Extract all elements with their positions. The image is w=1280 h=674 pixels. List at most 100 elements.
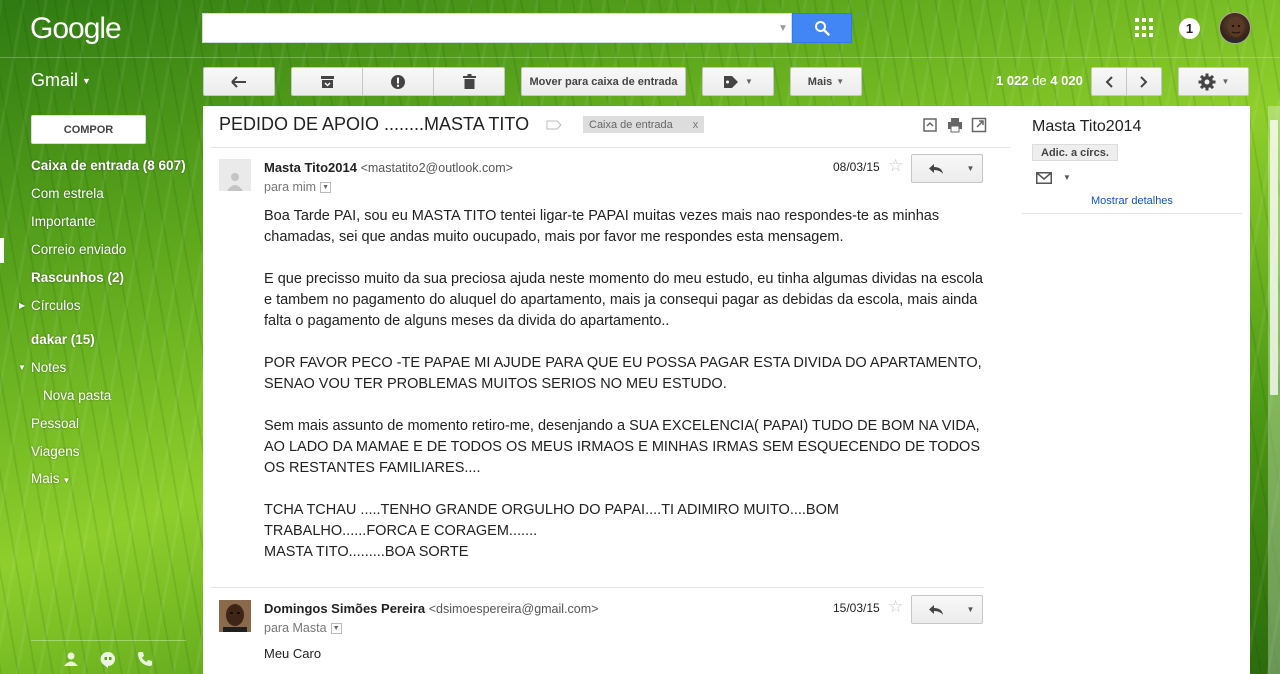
importance-marker-icon[interactable]: [546, 118, 562, 133]
back-button[interactable]: [203, 67, 275, 96]
show-details-link[interactable]: Mostrar detalhes: [1091, 195, 1173, 207]
sidebar-item-inbox[interactable]: Caixa de entrada (8 607): [31, 158, 186, 173]
search-bar: ▼: [202, 13, 852, 43]
subject-divider: [210, 147, 1010, 148]
sidebar-item-starred[interactable]: Com estrela: [31, 186, 104, 201]
expand-all-icon[interactable]: [922, 117, 938, 133]
chevron-down-icon: ▼: [966, 605, 975, 614]
sidebar-item-notes[interactable]: ▼ Notes: [18, 360, 67, 375]
older-button[interactable]: [1126, 67, 1162, 96]
arrow-left-icon: [231, 75, 246, 88]
message-more-button[interactable]: ▼: [959, 595, 983, 624]
contact-name: Masta Tito2014: [1032, 118, 1142, 135]
sidebar-item-nova-pasta[interactable]: Nova pasta: [43, 388, 111, 403]
body-paragraph: E que precisso muito da sua preciosa aju…: [264, 271, 983, 329]
add-to-circles-button[interactable]: Adic. a círcs.: [1032, 144, 1118, 161]
settings-button[interactable]: ▼: [1178, 67, 1249, 96]
sidebar-item-circles[interactable]: ▶ Círculos: [19, 298, 81, 313]
envelope-icon[interactable]: [1036, 172, 1052, 184]
sender-avatar[interactable]: [219, 600, 251, 632]
message-date: 08/03/15: [833, 160, 880, 174]
star-icon[interactable]: ☆: [888, 156, 903, 176]
search-options-caret-icon[interactable]: ▼: [778, 23, 788, 34]
message-sender[interactable]: Domingos Simões Pereira <dsimoespereira@…: [264, 601, 598, 616]
quote-bubble-icon: [100, 651, 115, 668]
chevron-down-icon: ▼: [966, 164, 975, 173]
default-person-icon: [227, 173, 243, 191]
hangouts-icon[interactable]: [99, 650, 117, 668]
sidebar-item-pessoal[interactable]: Pessoal: [31, 416, 79, 431]
sidebar-item-label: Círculos: [31, 298, 81, 313]
show-details-dropdown-icon[interactable]: ▼: [320, 182, 332, 194]
chevron-down-icon: ▼: [62, 476, 71, 485]
recipient-line: para Masta ▼: [264, 621, 342, 635]
sidebar-item-more[interactable]: Mais ▼: [31, 471, 70, 486]
profile-face-icon: [219, 600, 251, 632]
sender-avatar[interactable]: [219, 159, 251, 191]
message-sender[interactable]: Masta Tito2014 <mastatito2@outlook.com>: [264, 160, 513, 175]
remove-label-icon[interactable]: x: [693, 119, 699, 131]
count-of: de: [1032, 73, 1047, 88]
chevron-left-icon: [1105, 75, 1113, 88]
sidebar-item-dakar[interactable]: dakar (15): [31, 332, 95, 347]
star-icon[interactable]: ☆: [888, 597, 903, 617]
search-input[interactable]: [202, 13, 792, 43]
collapse-arrow-icon[interactable]: ▼: [18, 363, 26, 372]
move-to-inbox-button[interactable]: Mover para caixa de entrada: [521, 67, 686, 96]
sender-name: Domingos Simões Pereira: [264, 601, 426, 616]
chevron-down-icon: ▼: [836, 77, 845, 86]
body-signature: MASTA TITO.........BOA SORTE: [264, 544, 469, 560]
body-paragraph: TCHA TCHAU .....TENHO GRANDE ORGULHO DO …: [264, 502, 839, 539]
sender-email: <dsimoespereira@gmail.com>: [428, 602, 599, 616]
reply-arrow-icon: [928, 163, 943, 174]
phone-call-icon[interactable]: [136, 650, 154, 668]
gmail-app-switcher[interactable]: Gmail ▼: [31, 70, 91, 91]
recipient-line: para mim ▼: [264, 180, 332, 194]
gear-icon: [1198, 73, 1216, 90]
newer-button[interactable]: [1091, 67, 1127, 96]
inbox-label-text: Caixa de entrada: [589, 118, 673, 131]
message-date: 15/03/15: [833, 601, 880, 615]
sidebar-item-important[interactable]: Importante: [31, 214, 96, 229]
search-button[interactable]: [792, 13, 852, 43]
more-actions-button[interactable]: Mais ▼: [790, 67, 862, 96]
delete-button[interactable]: [433, 67, 505, 96]
message-divider: [210, 587, 984, 588]
compose-button[interactable]: COMPOR: [31, 115, 146, 144]
body-paragraph: Sem mais assunto de momento retiro-me, d…: [264, 418, 981, 476]
more-actions-label: Mais: [807, 75, 833, 88]
expand-arrow-icon[interactable]: ▶: [19, 301, 25, 310]
reply-button[interactable]: [911, 595, 960, 624]
thread-subject: PEDIDO DE APOIO ........MASTA TITO: [219, 114, 530, 134]
labels-button[interactable]: ▼: [702, 67, 774, 96]
reply-arrow-icon: [928, 604, 943, 615]
sidebar-item-viagens[interactable]: Viagens: [31, 444, 80, 459]
move-to-inbox-label: Mover para caixa de entrada: [529, 75, 678, 88]
scrollbar-thumb[interactable]: [1270, 120, 1278, 395]
sidebar-item-drafts[interactable]: Rascunhos (2): [31, 270, 124, 285]
sidebar-item-label: Mais: [31, 471, 60, 486]
notifications-badge[interactable]: 1: [1179, 18, 1200, 39]
recipient-text: para mim: [264, 180, 317, 194]
archive-button[interactable]: [291, 67, 363, 96]
chevron-down-icon: ▼: [82, 76, 91, 87]
reply-button[interactable]: [911, 154, 960, 183]
sidebar-item-label: Notes: [31, 360, 67, 375]
open-new-window-icon[interactable]: [971, 117, 987, 133]
apps-grid-icon[interactable]: [1135, 18, 1155, 38]
sidebar-item-sent[interactable]: Correio enviado: [31, 242, 126, 257]
chevron-down-icon: ▼: [745, 77, 753, 86]
account-avatar[interactable]: [1219, 12, 1251, 44]
google-logo[interactable]: Google: [30, 12, 122, 46]
chevron-down-icon[interactable]: ▼: [1063, 173, 1071, 182]
show-details-dropdown-icon[interactable]: ▼: [330, 623, 342, 635]
message-more-button[interactable]: ▼: [959, 154, 983, 183]
contacts-person-icon[interactable]: [62, 650, 80, 668]
message-body-preview: Meu Caro: [264, 646, 322, 661]
recipient-text: para Masta: [264, 621, 327, 635]
gmail-label-text: Gmail: [31, 70, 79, 90]
sidebar-divider: [31, 640, 186, 641]
print-icon[interactable]: [947, 117, 963, 133]
selected-folder-marker: [0, 238, 4, 263]
report-spam-button[interactable]: [362, 67, 434, 96]
